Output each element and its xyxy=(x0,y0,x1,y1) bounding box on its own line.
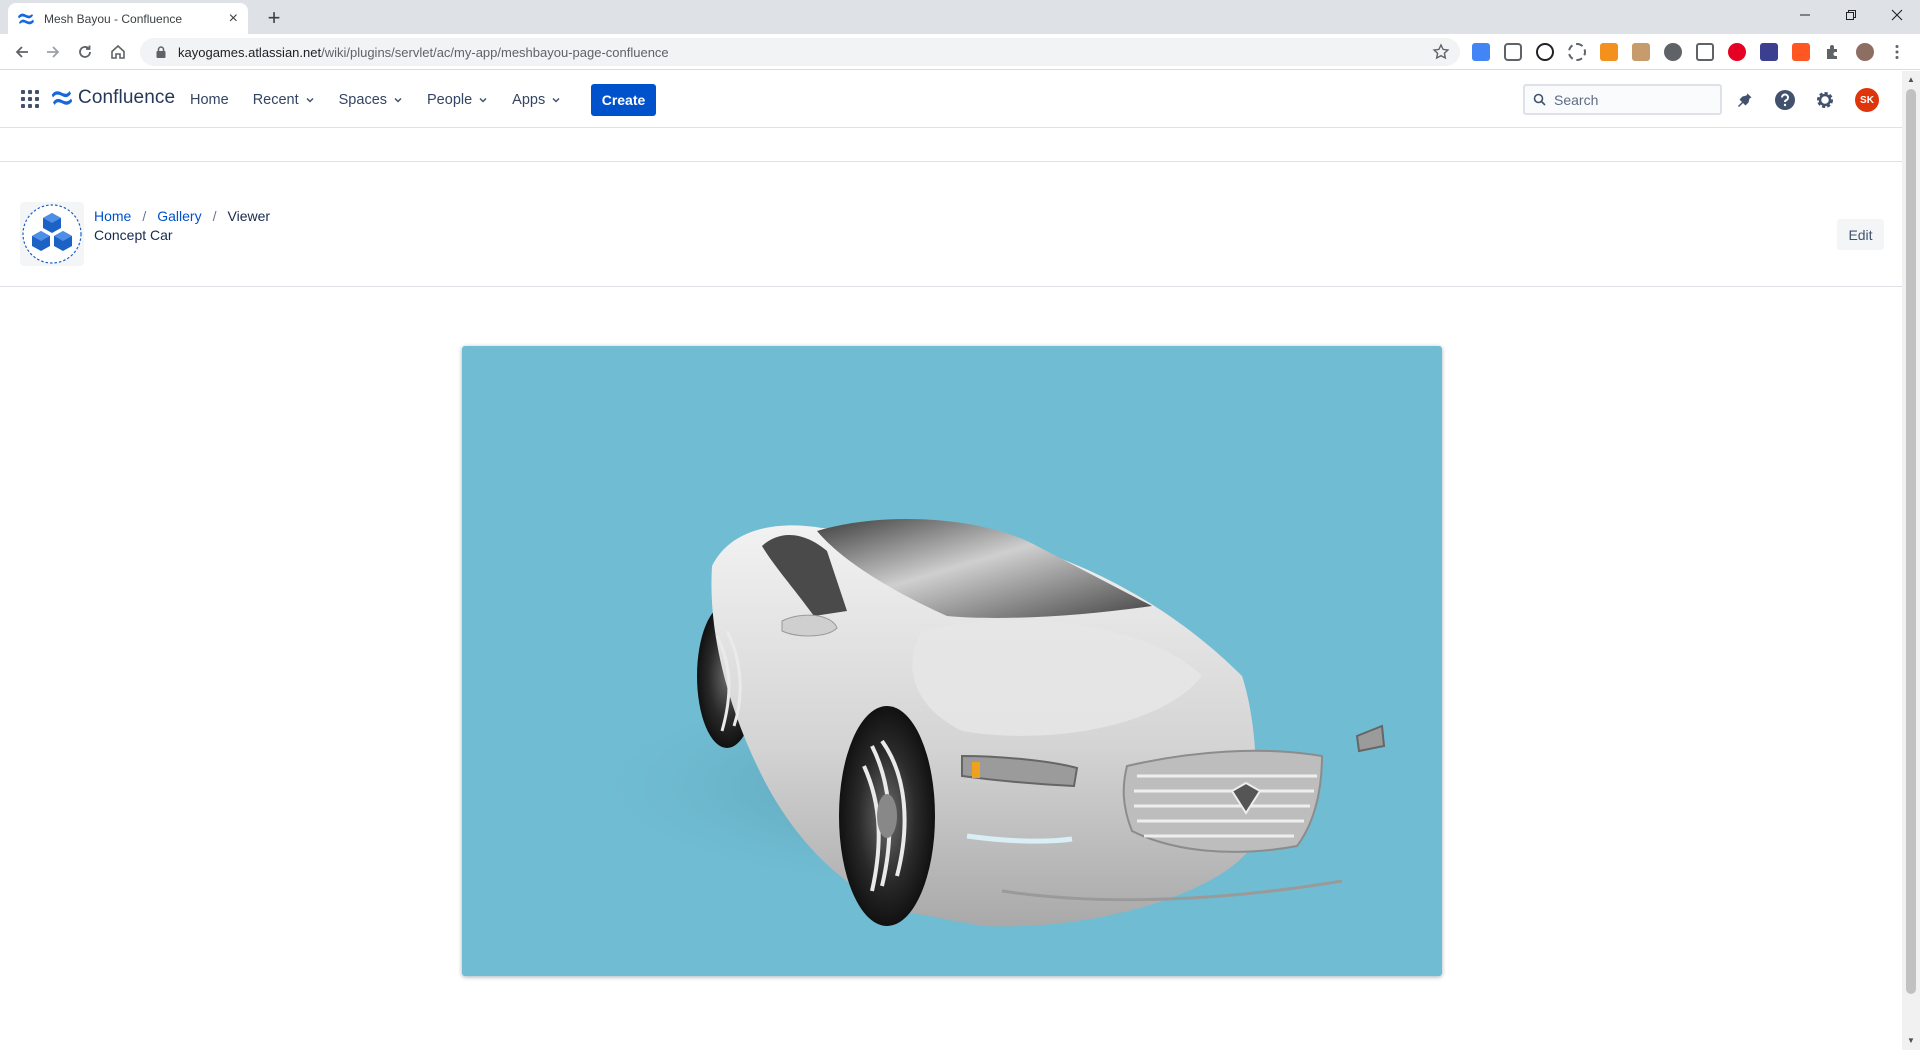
back-icon[interactable] xyxy=(10,40,34,64)
search-icon xyxy=(1533,93,1546,106)
address-bar[interactable]: kayogames.atlassian.net/wiki/plugins/ser… xyxy=(140,38,1460,66)
translate-extension-icon[interactable] xyxy=(1472,43,1490,61)
nav-people-label: People xyxy=(427,91,473,108)
minimize-icon[interactable] xyxy=(1782,0,1828,30)
main-nav: Home Recent Spaces People Apps xyxy=(190,71,585,128)
secondary-bar xyxy=(0,128,1902,162)
stack-extension-icon[interactable] xyxy=(1760,43,1778,61)
reload-icon[interactable] xyxy=(73,40,97,64)
url-path: /wiki/plugins/servlet/ac/my-app/meshbayo… xyxy=(321,44,669,60)
sync-extension-icon[interactable] xyxy=(1536,43,1554,61)
nav-apps-label: Apps xyxy=(512,91,546,108)
help-icon[interactable] xyxy=(1772,87,1798,113)
brand-name: Confluence xyxy=(78,87,176,108)
url-host: kayogames.atlassian.net xyxy=(178,44,322,60)
cast-extension-icon[interactable] xyxy=(1696,43,1714,61)
browser-toolbar: kayogames.atlassian.net/wiki/plugins/ser… xyxy=(0,34,1920,70)
settings-gear-icon[interactable] xyxy=(1812,87,1838,113)
nav-home-label: Home xyxy=(190,91,229,108)
cubes-logo-icon xyxy=(22,204,82,264)
model-viewer[interactable] xyxy=(462,346,1442,976)
breadcrumb-separator: / xyxy=(142,208,147,224)
chevron-down-icon xyxy=(394,97,402,103)
confluence-logo-icon xyxy=(52,91,72,105)
profile-avatar-icon[interactable] xyxy=(1856,43,1874,61)
breadcrumb-home[interactable]: Home xyxy=(94,208,131,224)
breadcrumb-separator: / xyxy=(212,208,217,224)
pocket-extension-icon[interactable] xyxy=(1504,43,1522,61)
concept-car-model xyxy=(572,519,1386,927)
extensions-puzzle-icon[interactable] xyxy=(1824,43,1842,61)
nav-home[interactable]: Home xyxy=(190,92,229,108)
nav-spaces[interactable]: Spaces xyxy=(339,92,403,108)
scroll-up-arrow-icon[interactable]: ▲ xyxy=(1906,75,1916,85)
nav-spaces-label: Spaces xyxy=(338,91,388,108)
window-close-icon[interactable] xyxy=(1874,0,1920,30)
rss-extension-icon[interactable] xyxy=(1600,43,1618,61)
nav-people[interactable]: People xyxy=(427,92,488,108)
space-avatar[interactable] xyxy=(20,202,84,266)
notifications-bell-icon[interactable] xyxy=(1732,87,1758,113)
forward-icon[interactable] xyxy=(41,40,65,64)
chevron-down-icon xyxy=(306,97,314,103)
bookmark-star-icon[interactable] xyxy=(1432,43,1450,61)
scrollbar-thumb[interactable] xyxy=(1906,89,1916,994)
tab-close-icon[interactable]: × xyxy=(229,10,238,27)
page-header: Home / Gallery / Viewer Concept Car Edit xyxy=(0,162,1902,287)
new-tab-button[interactable]: + xyxy=(260,5,288,31)
chevron-down-icon xyxy=(479,97,487,103)
pinterest-extension-icon[interactable] xyxy=(1728,43,1746,61)
confluence-header: Confluence Home Recent Spaces People App… xyxy=(0,71,1902,128)
browser-tab[interactable]: Mesh Bayou - Confluence × xyxy=(8,3,248,34)
breadcrumb-viewer: Viewer xyxy=(227,208,271,224)
search-box[interactable] xyxy=(1523,84,1722,115)
page-scrollbar[interactable]: ▲ ▼ xyxy=(1902,71,1920,1050)
edit-button[interactable]: Edit xyxy=(1837,219,1884,250)
create-button[interactable]: Create xyxy=(591,84,656,116)
bolt-extension-icon[interactable] xyxy=(1792,43,1810,61)
user-avatar[interactable]: SK xyxy=(1855,88,1879,112)
recycle-extension-icon[interactable] xyxy=(1568,43,1586,61)
url-text: kayogames.atlassian.net/wiki/plugins/ser… xyxy=(178,45,669,60)
page-title: Concept Car xyxy=(94,227,173,243)
nav-recent[interactable]: Recent xyxy=(253,92,315,108)
browser-menu-icon[interactable] xyxy=(1888,43,1906,61)
scroll-down-arrow-icon[interactable]: ▼ xyxy=(1906,1036,1916,1046)
lock-icon xyxy=(156,46,166,58)
restore-icon[interactable] xyxy=(1828,0,1874,30)
nav-recent-label: Recent xyxy=(252,91,299,108)
browser-tab-strip: Mesh Bayou - Confluence × + xyxy=(0,0,1920,34)
home-icon[interactable] xyxy=(106,40,130,64)
breadcrumb-gallery[interactable]: Gallery xyxy=(157,208,201,224)
chevron-down-icon xyxy=(552,97,560,103)
confluence-favicon-icon xyxy=(18,13,34,24)
box-extension-icon[interactable] xyxy=(1632,43,1650,61)
nav-apps[interactable]: Apps xyxy=(512,92,561,108)
breadcrumb: Home / Gallery / Viewer xyxy=(94,208,270,224)
search-input[interactable] xyxy=(1554,91,1714,108)
app-switcher-icon[interactable] xyxy=(21,90,39,108)
circle-extension-icon[interactable] xyxy=(1664,43,1682,61)
browser-tab-title: Mesh Bayou - Confluence xyxy=(44,11,183,26)
confluence-logo[interactable]: Confluence xyxy=(52,87,175,109)
